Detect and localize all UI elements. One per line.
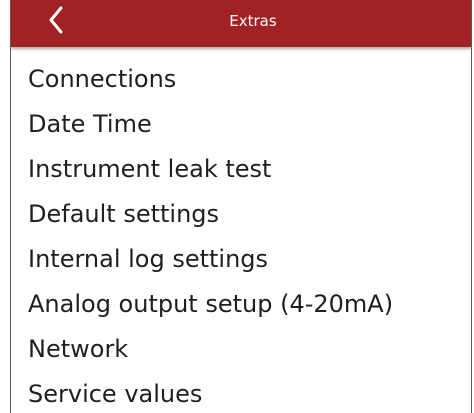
menu-item-instrument-leak-test[interactable]: Instrument leak test <box>11 147 471 192</box>
app-frame: Extras Connections Date Time Instrument … <box>10 0 472 413</box>
page-title: Extras <box>229 12 277 30</box>
menu-item-date-time[interactable]: Date Time <box>11 102 471 147</box>
extras-menu: Connections Date Time Instrument leak te… <box>11 57 471 413</box>
menu-item-internal-log-settings[interactable]: Internal log settings <box>11 237 471 282</box>
header-bar: Extras <box>11 0 471 47</box>
menu-item-network[interactable]: Network <box>11 327 471 372</box>
menu-item-default-settings[interactable]: Default settings <box>11 192 471 237</box>
menu-item-analog-output-setup[interactable]: Analog output setup (4-20mA) <box>11 282 471 327</box>
menu-item-connections[interactable]: Connections <box>11 57 471 102</box>
menu-item-service-values[interactable]: Service values <box>11 372 471 413</box>
